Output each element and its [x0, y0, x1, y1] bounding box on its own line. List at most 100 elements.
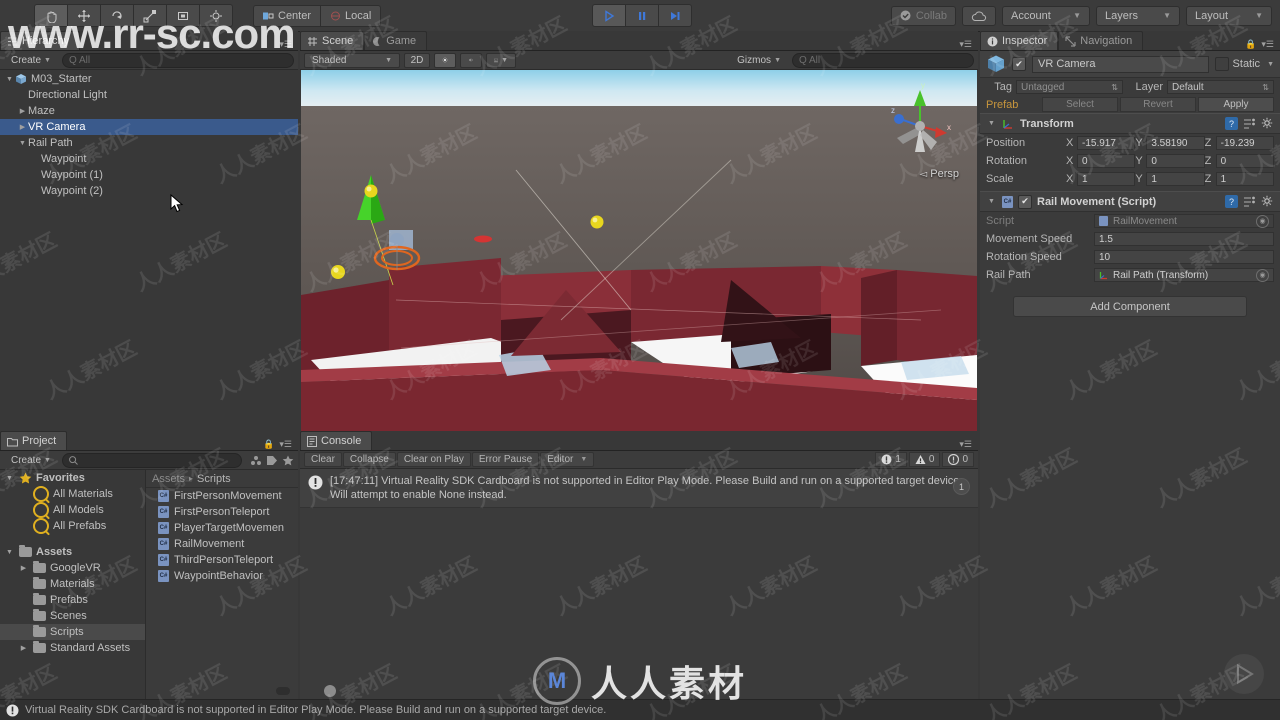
hierarchy-item[interactable]: ▼ M03_Starter [0, 71, 298, 87]
play-button[interactable] [592, 4, 625, 27]
rail-property-field[interactable]: 1.5 [1094, 232, 1274, 246]
chevron-right-icon[interactable]: ▶ [17, 107, 28, 115]
chevron-down-icon[interactable]: ▼ [1267, 61, 1274, 68]
layers-button[interactable]: Layers ▼ [1096, 5, 1180, 26]
hierarchy-search-input[interactable]: Q All [61, 52, 294, 68]
asset-item[interactable]: C# PlayerTargetMovemen [146, 520, 298, 536]
project-tree-item[interactable]: ▼ Assets [0, 544, 145, 560]
filter-label-icon[interactable] [266, 455, 278, 466]
tab-console[interactable]: Console [300, 431, 373, 450]
transform-rotation-x-input[interactable]: 0 [1077, 154, 1136, 168]
hierarchy-item[interactable]: ▶Waypoint (2) [0, 183, 298, 199]
chevron-down-icon[interactable]: ▼ [986, 198, 997, 205]
account-button[interactable]: Account ▼ [1002, 5, 1090, 26]
transform-tool-button[interactable] [199, 4, 233, 27]
rail-movement-component-header[interactable]: ▼ C# ✔ Rail Movement (Script) ? [980, 191, 1280, 212]
console-error-pause-button[interactable]: Error Pause [471, 452, 540, 467]
chevron-down-icon[interactable]: ▼ [4, 549, 15, 556]
asset-scrollbar-knob[interactable] [324, 685, 336, 697]
transform-position-x-input[interactable]: -15.917 [1077, 136, 1136, 150]
project-tree-item[interactable]: ▶ GoogleVR [0, 560, 145, 576]
asset-item[interactable]: C# WaypointBehavior [146, 568, 298, 584]
transform-component-header[interactable]: ▼ Transform ? [980, 113, 1280, 134]
prefab-select-button[interactable]: Select [1042, 97, 1118, 112]
object-picker-icon[interactable]: ◉ [1256, 214, 1269, 228]
project-search-input[interactable] [61, 452, 242, 468]
scene-search-input[interactable]: Q All [792, 52, 974, 68]
scene-audio-toggle[interactable] [460, 52, 482, 68]
transform-rotation-z-input[interactable]: 0 [1215, 154, 1274, 168]
rect-tool-button[interactable] [166, 4, 199, 27]
hand-tool-button[interactable] [34, 4, 67, 27]
console-log-entry[interactable]: [17:47:11] Virtual Reality SDK Cardboard… [300, 469, 978, 508]
project-menu-icon[interactable]: ▾☰ [279, 439, 292, 450]
asset-item[interactable]: C# ThirdPersonTeleport [146, 552, 298, 568]
scene-lighting-toggle[interactable] [434, 52, 456, 68]
inspector-menu-icon[interactable]: ▾☰ [1261, 39, 1274, 50]
pause-button[interactable] [625, 4, 658, 27]
cloud-button[interactable] [962, 5, 996, 26]
tab-scene[interactable]: Scene [300, 31, 365, 50]
scene-orientation-gizmo[interactable]: y x z [881, 80, 959, 170]
scene-menu-icon[interactable]: ▾☰ [959, 39, 978, 50]
transform-position-y-input[interactable]: 3.58190 [1146, 136, 1205, 150]
status-bar[interactable]: Virtual Reality SDK Cardboard is not sup… [0, 699, 1280, 720]
info-count[interactable]: 0 [942, 452, 974, 467]
layer-dropdown[interactable]: Default ⇅ [1167, 80, 1274, 94]
perspective-label[interactable]: ◅ Persp [919, 168, 959, 180]
preset-icon[interactable] [1243, 118, 1256, 130]
scene-viewport[interactable]: y x z ◅ Persp [301, 70, 977, 432]
favorite-star-icon[interactable] [282, 455, 294, 466]
inspector-lock-icon[interactable]: 🔒 [1245, 39, 1256, 50]
tab-navigation[interactable]: Navigation [1058, 31, 1144, 50]
asset-scrollbar[interactable] [276, 685, 336, 697]
project-tree-item[interactable]: ▶ Standard Assets [0, 640, 145, 656]
scene-effects-toggle[interactable]: ▼ [486, 52, 516, 68]
hierarchy-item[interactable]: ▶Directional Light [0, 87, 298, 103]
asset-item[interactable]: C# FirstPersonMovement [146, 488, 298, 504]
add-component-button[interactable]: Add Component [1013, 296, 1247, 317]
hierarchy-item[interactable]: ▼ Rail Path [0, 135, 298, 151]
toggle-2d-button[interactable]: 2D [404, 52, 430, 68]
transform-position-z-input[interactable]: -19.239 [1215, 136, 1274, 150]
project-create-button[interactable]: Create ▼ [4, 453, 58, 468]
project-tree-item[interactable]: ▶All Prefabs [0, 518, 145, 534]
help-icon[interactable]: ? [1225, 195, 1238, 208]
gizmos-dropdown[interactable]: Gizmos ▼ [730, 53, 788, 68]
rail-property-field[interactable]: RailMovement ◉ [1094, 214, 1274, 228]
hierarchy-menu-icon[interactable]: ▾☰ [279, 39, 292, 50]
project-tree-item[interactable]: ▶Scenes [0, 608, 145, 624]
tab-project[interactable]: Project [0, 431, 68, 450]
chevron-down-icon[interactable]: ▼ [4, 475, 15, 482]
chevron-right-icon[interactable]: ▶ [18, 644, 29, 652]
transform-scale-y-input[interactable]: 1 [1146, 172, 1205, 186]
hierarchy-create-button[interactable]: Create ▼ [4, 53, 58, 68]
warning-count[interactable]: 0 [908, 452, 941, 467]
gear-icon[interactable] [1261, 117, 1274, 130]
hierarchy-item[interactable]: ▶ Maze [0, 103, 298, 119]
tab-inspector[interactable]: Inspector [980, 31, 1059, 50]
filter-type-icon[interactable] [250, 455, 262, 466]
chevron-right-icon[interactable]: ▶ [18, 564, 29, 572]
hierarchy-item[interactable]: ▶ VR Camera [0, 119, 298, 135]
hierarchy-item[interactable]: ▶Waypoint (1) [0, 167, 298, 183]
prefab-revert-button[interactable]: Revert [1120, 97, 1196, 112]
tab-hierarchy[interactable]: Hierarchy [0, 31, 81, 50]
scale-tool-button[interactable] [133, 4, 166, 27]
project-tree-item[interactable]: ▶Prefabs [0, 592, 145, 608]
step-button[interactable] [658, 4, 692, 27]
rail-movement-enabled-checkbox[interactable]: ✔ [1018, 194, 1032, 209]
console-clear-on-play-button[interactable]: Clear on Play [396, 452, 471, 467]
chevron-down-icon[interactable]: ▼ [4, 76, 15, 83]
static-checkbox[interactable] [1214, 57, 1229, 71]
project-tree-item[interactable]: ▶All Models [0, 502, 145, 518]
chevron-down-icon[interactable]: ▼ [17, 140, 28, 147]
transform-scale-x-input[interactable]: 1 [1077, 172, 1136, 186]
transform-rotation-y-input[interactable]: 0 [1146, 154, 1205, 168]
transform-scale-z-input[interactable]: 1 [1215, 172, 1274, 186]
project-tree-item[interactable]: ▼ Favorites [0, 470, 145, 486]
project-tree-item[interactable]: ▶All Materials [0, 486, 145, 502]
tag-dropdown[interactable]: Untagged ⇅ [1016, 80, 1123, 94]
rail-property-field[interactable]: Rail Path (Transform) ◉ [1094, 268, 1274, 282]
hierarchy-item[interactable]: ▶Waypoint [0, 151, 298, 167]
